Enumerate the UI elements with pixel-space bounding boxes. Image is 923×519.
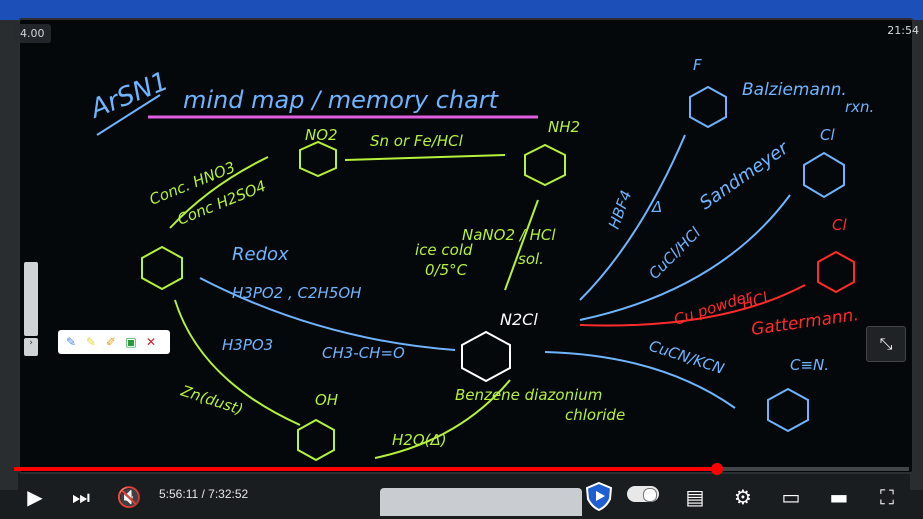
play-icon[interactable]: ▶ bbox=[20, 482, 50, 512]
label-cucl-hcl: CuCl/HCl bbox=[645, 223, 705, 283]
label-hbf4: HBF4 bbox=[605, 188, 636, 232]
label-balz: Balziemann. bbox=[742, 80, 847, 100]
label-ch3cho: CH3-CH=O bbox=[322, 344, 405, 362]
label-oh: OH bbox=[315, 391, 338, 409]
label-gattermann: Gattermann. bbox=[750, 305, 860, 340]
mind-map-drawing: ArSN1 mind map / memory chart NO2 NH2 Sn bbox=[85, 56, 874, 462]
ring-phenol bbox=[297, 418, 335, 462]
label-h3po2: H3PO2 , C2H5OH bbox=[232, 284, 361, 302]
miniplayer-icon[interactable]: ▭ bbox=[776, 482, 806, 512]
pen-icon[interactable]: ✎ bbox=[64, 335, 78, 349]
label-cl-top: Cl bbox=[820, 126, 835, 144]
label-f: F bbox=[693, 56, 702, 74]
next-icon[interactable]: ⏭ bbox=[66, 482, 96, 512]
progress-bar[interactable] bbox=[14, 463, 909, 475]
subtitles-icon[interactable]: ▤ bbox=[680, 482, 710, 512]
mute-icon[interactable]: 🔇 bbox=[114, 482, 144, 512]
label-cn: C≡N. bbox=[790, 356, 829, 374]
label-sol: sol. bbox=[518, 250, 544, 268]
label-redox: Redox bbox=[232, 244, 289, 265]
time-display: 5:56:11 / 7:32:52 bbox=[159, 487, 249, 501]
label-cucn: CuCN/KCN bbox=[647, 337, 727, 378]
side-handle[interactable] bbox=[24, 262, 38, 336]
brush-icon[interactable]: ✐ bbox=[104, 335, 118, 349]
close-icon[interactable]: ✕ bbox=[144, 335, 158, 349]
progress-played bbox=[14, 467, 718, 471]
annotation-toolbar: ✎ ✎ ✐ ▣ ✕ bbox=[58, 330, 170, 354]
label-sandmeyer: Sandmeyer bbox=[696, 137, 794, 214]
save-icon[interactable]: ▣ bbox=[124, 335, 138, 349]
label-nano2: NaNO2 / HCl bbox=[462, 226, 556, 244]
label-ice-cold: ice cold bbox=[415, 241, 473, 259]
label-chloride: chloride bbox=[565, 406, 625, 424]
label-h2o: H2O(Δ) bbox=[392, 431, 447, 449]
label-h3po3: H3PO3 bbox=[222, 336, 273, 354]
page-title: mind map / memory chart bbox=[183, 86, 500, 114]
label-n2cl: N2Cl bbox=[500, 310, 538, 329]
theater-icon[interactable]: ▬ bbox=[824, 482, 854, 512]
label-rxn: rxn. bbox=[845, 98, 874, 116]
board-tool-strip[interactable] bbox=[380, 488, 582, 516]
side-expand-button[interactable]: › bbox=[24, 338, 38, 356]
shield-icon[interactable] bbox=[584, 481, 614, 511]
fullscreen-icon[interactable]: ⛶ bbox=[872, 482, 902, 512]
ring-benzonitrile bbox=[767, 387, 809, 433]
autoplay-toggle[interactable] bbox=[627, 486, 659, 502]
label-sn-fe: Sn or Fe/HCl bbox=[370, 132, 464, 150]
ring-chlorobenzene-red bbox=[817, 250, 855, 294]
ring-aniline bbox=[524, 143, 566, 187]
label-nh2: NH2 bbox=[548, 118, 580, 136]
ring-nitrobenzene bbox=[299, 140, 337, 178]
ring-benzene bbox=[141, 245, 183, 291]
highlighter-icon[interactable]: ✎ bbox=[84, 335, 98, 349]
label-diazonium: Benzene diazonium bbox=[455, 386, 602, 404]
ring-fluorobenzene bbox=[689, 85, 727, 129]
ring-diazonium bbox=[461, 330, 511, 383]
label-temp: 0/5°C bbox=[425, 261, 468, 279]
label-delta: Δ bbox=[651, 198, 662, 216]
screen-capture-button[interactable]: ⤡ bbox=[866, 326, 906, 362]
label-no2: NO2 bbox=[305, 126, 338, 144]
ring-chlorobenzene bbox=[803, 151, 845, 199]
label-cl-red: Cl bbox=[832, 216, 847, 234]
settings-icon[interactable]: ⚙ bbox=[728, 482, 758, 512]
